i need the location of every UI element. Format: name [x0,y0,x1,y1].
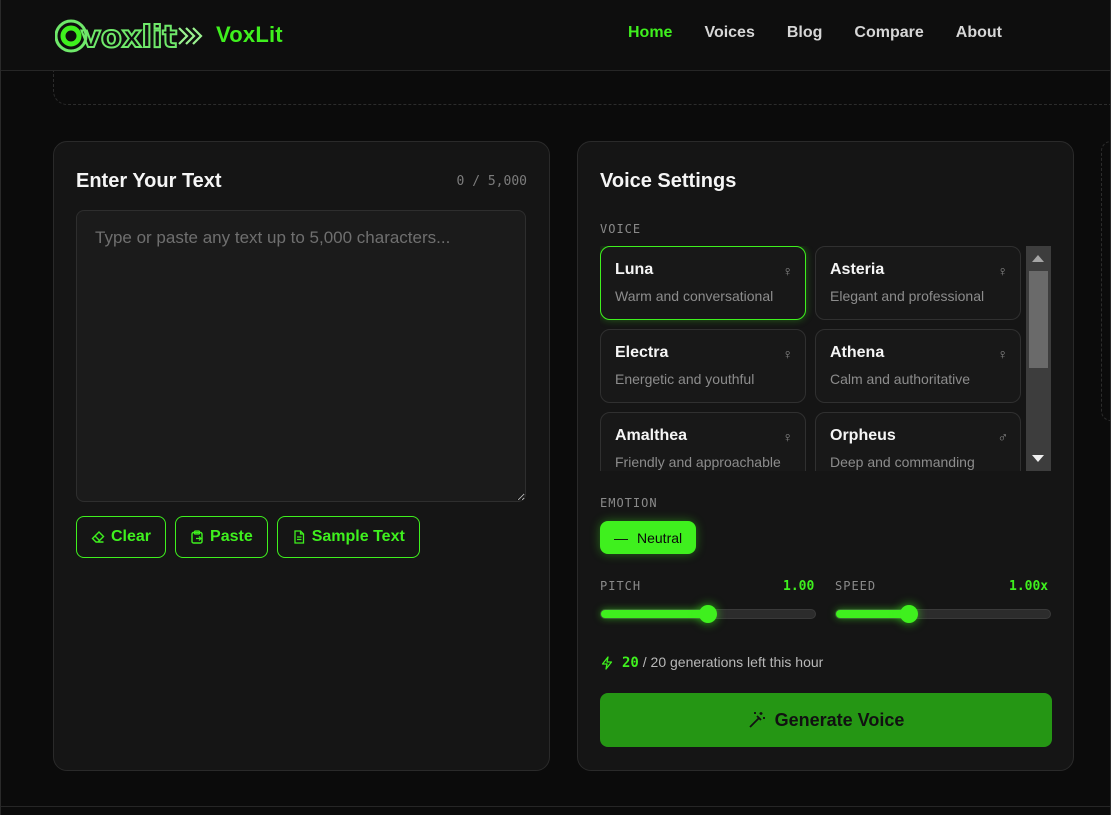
nav-blog[interactable]: Blog [787,24,823,42]
pitch-label: PITCH [600,579,642,593]
voice-description: Calm and authoritative [830,371,971,387]
nav-compare[interactable]: Compare [854,24,923,42]
neutral-dash-icon: — [614,529,628,546]
voice-name: Electra [615,344,669,361]
settings-title: Voice Settings [600,170,737,192]
lightning-icon [601,655,613,670]
voice-list-scrollbar[interactable] [1026,246,1051,471]
clear-button[interactable]: Clear [76,516,167,558]
generate-label: Generate Voice [774,709,905,730]
female-icon: ♀ [782,346,794,362]
eraser-icon [91,531,105,543]
emotion-neutral-button[interactable]: — Neutral [600,521,697,554]
voice-name: Amalthea [615,427,688,444]
emotion-value: Neutral [637,529,683,546]
speed-label: SPEED [835,579,877,593]
brand-name[interactable]: VoxLit [216,22,283,48]
magic-wand-icon [748,712,765,728]
side-panel-edge [1101,141,1111,421]
voice-name: Orpheus [830,427,896,444]
pitch-slider[interactable] [600,605,816,623]
generations-remaining: 20 / 20 generations left this hour [600,654,823,671]
editor-title: Enter Your Text [76,170,222,192]
voice-card-athena[interactable]: Athena Calm and authoritative ♀ [815,329,1021,403]
voice-card-asteria[interactable]: Asteria Elegant and professional ♀ [815,246,1021,320]
voice-description: Elegant and professional [830,288,985,304]
generations-text: / 20 generations left this hour [642,654,824,670]
scroll-down-arrow-icon[interactable] [1032,455,1044,462]
female-icon: ♀ [782,429,794,445]
voice-name: Athena [830,344,885,361]
paste-label: Paste [210,528,253,545]
character-counter: 0 / 5,000 [456,174,527,189]
sample-text-button[interactable]: Sample Text [276,516,420,558]
speed-slider[interactable] [835,605,1051,623]
site-header: voxlit VoxLit Home Voices Blog Compare A… [1,0,1110,71]
voice-list[interactable]: Luna Warm and conversational ♀ Asteria E… [600,246,1030,471]
logo[interactable]: voxlit [55,18,205,54]
editor-actions: Clear Paste Sample Text [76,516,420,558]
voice-card-orpheus[interactable]: Orpheus Deep and commanding ♂ [815,412,1021,471]
voice-description: Energetic and youthful [615,371,755,387]
emotion-label: EMOTION [600,496,658,510]
pitch-value: 1.00 [783,579,815,594]
voice-description: Deep and commanding [830,454,975,470]
female-icon: ♀ [997,346,1009,362]
text-input-panel: Enter Your Text 0 / 5,000 Clear Paste Sa… [53,141,550,771]
logo-wordmark: voxlit [81,20,177,54]
pitch-slider-thumb[interactable] [699,605,717,623]
voice-name: Luna [615,261,654,278]
female-icon: ♀ [997,263,1009,279]
nav-voices[interactable]: Voices [704,24,754,42]
generations-count: 20 [622,655,639,671]
speed-value: 1.00x [1009,579,1049,594]
pitch-slider-fill [601,610,708,618]
speed-slider-fill [836,610,909,618]
voice-card-electra[interactable]: Electra Energetic and youthful ♀ [600,329,806,403]
sample-text-label: Sample Text [311,528,405,545]
voice-name: Asteria [830,261,885,278]
text-input[interactable] [76,210,526,502]
voice-label: VOICE [600,222,642,236]
voice-card-amalthea[interactable]: Amalthea Friendly and approachable ♀ [600,412,806,471]
speed-slider-thumb[interactable] [899,605,918,623]
voice-description: Warm and conversational [615,288,774,304]
paste-button[interactable]: Paste [175,516,268,558]
male-icon: ♂ [997,429,1009,445]
clear-label: Clear [111,528,152,545]
top-dashed-region [53,71,1111,105]
clipboard-icon [191,530,203,544]
main-nav: Home Voices Blog Compare About [628,24,1034,42]
scrollbar-thumb[interactable] [1029,271,1048,368]
voice-description: Friendly and approachable [615,454,781,470]
voice-settings-panel: Voice Settings VOICE Luna Warm and conve… [577,141,1074,771]
scroll-up-arrow-icon[interactable] [1032,255,1044,262]
voice-card-luna[interactable]: Luna Warm and conversational ♀ [600,246,806,320]
footer-divider [1,806,1110,807]
nav-home[interactable]: Home [628,24,672,42]
voxlit-logo-icon: voxlit [55,19,203,54]
nav-about[interactable]: About [956,24,1002,42]
female-icon: ♀ [782,263,794,279]
document-icon [294,530,304,544]
generate-voice-button[interactable]: Generate Voice [600,693,1052,747]
